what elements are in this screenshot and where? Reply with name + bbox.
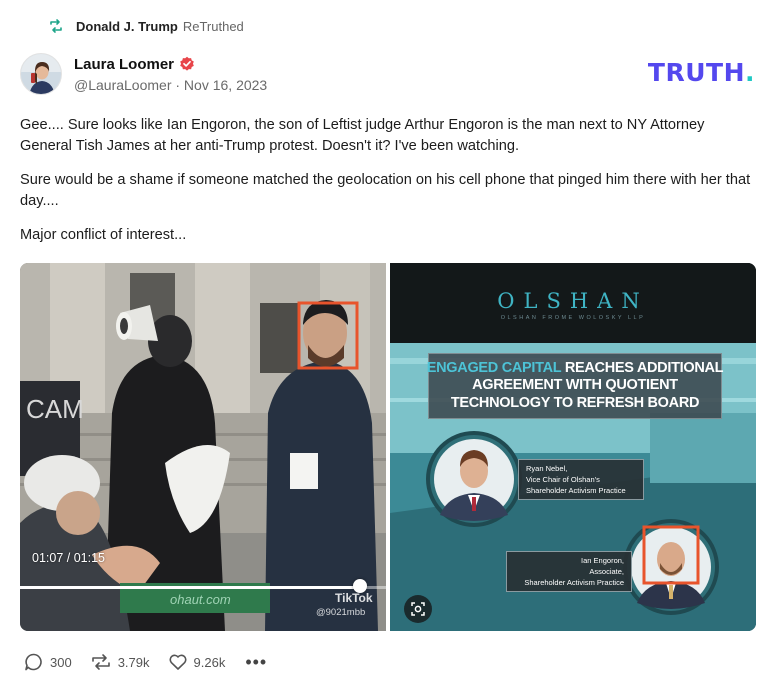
olshan-logo-text: OLSHAN	[497, 289, 649, 313]
retruth-user-link[interactable]: Donald J. Trump	[76, 19, 178, 34]
heart-icon	[168, 652, 188, 672]
retruth-header: Donald J. Trump ReTruthed	[48, 18, 244, 34]
retruth-label: ReTruthed	[182, 18, 244, 34]
person1-name: Ryan Nebel,	[526, 464, 568, 473]
headline-line2: AGREEMENT WITH QUOTIENT	[472, 377, 678, 394]
post-actions: 300 3.79k 9.26k •••	[24, 652, 267, 672]
more-options-icon[interactable]: •••	[245, 653, 267, 671]
post-paragraph: Sure would be a shame if someone matched…	[20, 172, 751, 209]
logo-text: TRUTH	[647, 58, 745, 87]
handle-and-date[interactable]: @LauraLoomer · Nov 16, 2023	[74, 77, 267, 93]
retruth-button[interactable]: 3.79k	[90, 652, 150, 672]
video-frame-illustration: CAM ohaut.com	[20, 263, 386, 631]
post-media: CAM ohaut.com 01:07 / 01:15 TikTok @9021…	[20, 263, 756, 631]
truth-logo[interactable]: TRUTH.	[648, 58, 755, 87]
reply-icon	[24, 652, 44, 672]
lens-icon[interactable]	[404, 595, 432, 623]
author-name[interactable]: Laura Loomer	[74, 56, 174, 73]
person2-title1: Associate,	[589, 567, 624, 576]
video-progress-bar[interactable]	[20, 586, 386, 589]
person2-title2: Shareholder Activism Practice	[524, 578, 624, 587]
tiktok-watermark: TikTok	[335, 591, 373, 605]
post-author: Laura Loomer @LauraLoomer · Nov 16, 2023	[20, 53, 267, 95]
person1-title2: Shareholder Activism Practice	[526, 486, 626, 495]
sign-text: CAM	[26, 394, 84, 424]
headline-banner: ENGAGED CAPITAL REACHES ADDITIONAL AGREE…	[426, 353, 724, 419]
person-card-ryan-nebel: Ryan Nebel, Vice Chair of Olshan's Share…	[518, 459, 644, 500]
like-button[interactable]: 9.26k	[168, 652, 226, 672]
avatar[interactable]	[20, 53, 62, 95]
watermark-text: ohaut.com	[170, 592, 231, 607]
olshan-full-name: OLSHAN FROME WOLOSKY LLP	[500, 315, 646, 321]
person2-name: Ian Engoron,	[581, 556, 624, 565]
person-card-ian-engoron: Ian Engoron, Associate, Shareholder Acti…	[506, 551, 632, 592]
post-body: Gee.... Sure looks like Ian Engoron, the…	[20, 115, 760, 259]
video-progress-fill	[20, 586, 361, 589]
post-paragraph: Major conflict of interest...	[20, 227, 187, 243]
reply-button[interactable]: 300	[24, 652, 72, 672]
retruth-icon	[48, 18, 64, 34]
reply-count: 300	[50, 654, 72, 670]
person1-title1: Vice Chair of Olshan's	[526, 475, 600, 484]
video-thumbnail[interactable]: CAM ohaut.com 01:07 / 01:15 TikTok @9021…	[20, 263, 386, 631]
retruth-action-icon	[90, 652, 112, 672]
headline-line1-rest: REACHES ADDITIONAL	[561, 359, 724, 376]
headline-highlight: ENGAGED CAPITAL	[426, 359, 562, 376]
olshan-image[interactable]: OLSHAN OLSHAN FROME WOLOSKY LLP ENGAGED …	[390, 263, 756, 631]
retruth-count: 3.79k	[117, 654, 150, 670]
logo-dot: .	[745, 58, 755, 87]
headline-line3: TECHNOLOGY TO REFRESH BOARD	[450, 394, 700, 411]
verified-badge-icon	[179, 56, 195, 72]
like-count: 9.26k	[193, 654, 226, 670]
post-paragraph: Gee.... Sure looks like Ian Engoron, the…	[20, 117, 705, 154]
video-timestamp: 01:07 / 01:15	[32, 551, 105, 565]
tiktok-username: @9021mbb	[316, 607, 366, 618]
